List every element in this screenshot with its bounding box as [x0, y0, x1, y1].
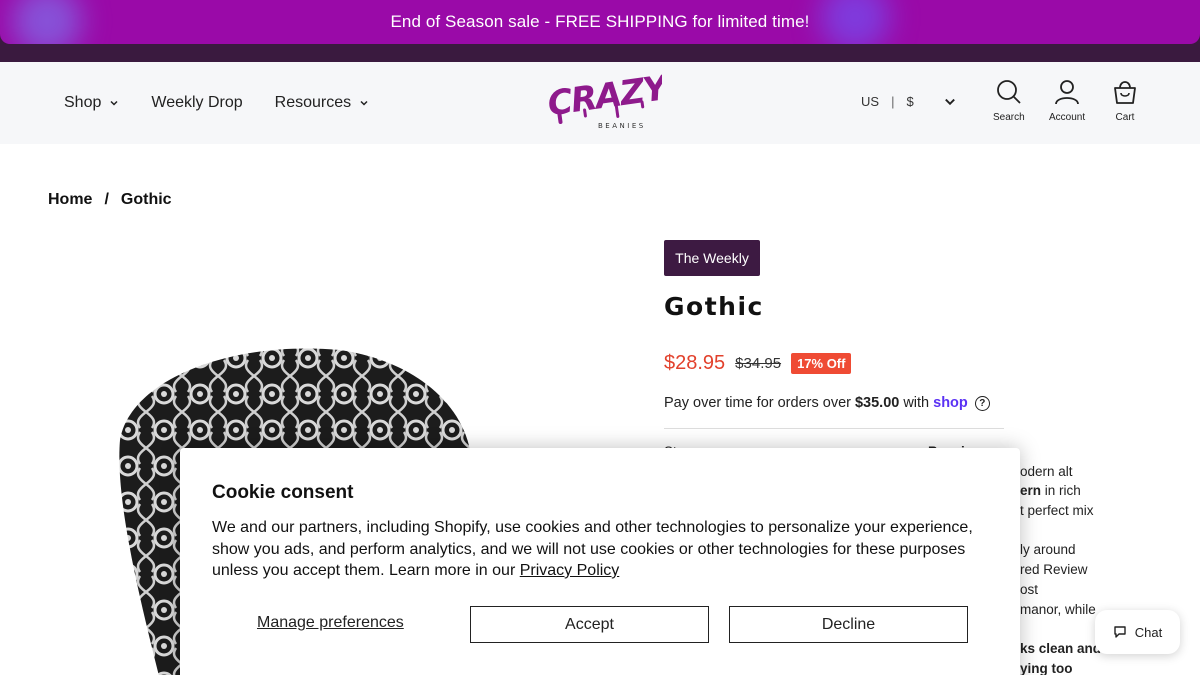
chevron-down-icon: [944, 98, 955, 105]
nav-item-weekly-drop[interactable]: Weekly Drop: [151, 94, 242, 112]
chevron-down-icon: [110, 100, 118, 106]
account-icon: [1055, 80, 1079, 105]
nav-item-resources[interactable]: Resources: [275, 94, 369, 112]
chat-label: Chat: [1134, 624, 1163, 640]
desc-bold: ern: [1020, 483, 1042, 499]
cookie-body: We and our partners, including Shopify, …: [212, 517, 982, 582]
price-block: $28.95 $34.95 17% Off: [664, 352, 852, 375]
decorative-glow-left: [12, 0, 82, 44]
cart-label: Cart: [1115, 112, 1135, 123]
accept-button[interactable]: Accept: [470, 606, 709, 643]
announcement-bar-wrapper: End of Season sale - FREE SHIPPING for l…: [0, 0, 1200, 62]
installments-with: with: [903, 395, 930, 411]
account-label: Account: [1049, 112, 1086, 123]
nav-item-label: Shop: [64, 94, 102, 111]
privacy-policy-link[interactable]: Privacy Policy: [520, 562, 620, 579]
chat-button[interactable]: Chat: [1095, 610, 1180, 654]
main-nav: Shop Weekly Drop Resources: [64, 62, 369, 144]
nav-item-label: Weekly Drop: [151, 94, 243, 111]
product-title: Gothic: [664, 292, 764, 321]
announcement-bar: End of Season sale - FREE SHIPPING for l…: [0, 0, 1200, 44]
search-button[interactable]: Search: [993, 78, 1025, 123]
search-label: Search: [993, 112, 1025, 123]
desc-text: in rich: [1041, 483, 1081, 499]
shop-pay-brand[interactable]: shop: [933, 395, 968, 411]
shopping-bag-icon: [1114, 81, 1136, 104]
account-button[interactable]: Account: [1049, 78, 1085, 123]
crazy-beanies-logo[interactable]: CRAZY BEANIES: [542, 66, 662, 136]
manage-preferences-button[interactable]: Manage preferences: [257, 614, 404, 632]
country-code: US: [861, 94, 880, 109]
svg-text:BEANIES: BEANIES: [598, 122, 646, 130]
nav-item-label: Resources: [274, 94, 352, 111]
cart-button[interactable]: Cart: [1111, 78, 1139, 123]
breadcrumb-separator: /: [104, 191, 109, 208]
locale-selector[interactable]: US | $: [861, 94, 956, 109]
original-price: $34.95: [735, 355, 782, 372]
locale-separator: |: [891, 94, 895, 109]
nav-item-shop[interactable]: Shop: [64, 94, 119, 112]
search-icon: [996, 80, 1021, 104]
breadcrumb: Home / Gothic: [48, 191, 172, 209]
currency-symbol: $: [906, 94, 914, 109]
sale-price: $28.95: [664, 352, 726, 374]
divider: [664, 428, 1004, 429]
cookie-title: Cookie consent: [212, 482, 354, 503]
decorative-glow-right: [820, 0, 890, 44]
svg-text:CRAZY: CRAZY: [545, 67, 662, 124]
help-icon[interactable]: ?: [974, 395, 990, 411]
installments-info: Pay over time for orders over $35.00 wit…: [664, 395, 990, 411]
installments-text: Pay over time for orders over: [664, 395, 851, 411]
product-tag[interactable]: The Weekly: [664, 240, 760, 276]
decline-button[interactable]: Decline: [729, 606, 968, 643]
breadcrumb-current: Gothic: [120, 191, 172, 208]
breadcrumb-home[interactable]: Home: [48, 191, 92, 209]
cookie-actions: Manage preferences Accept Decline: [212, 606, 968, 643]
cookie-consent-dialog: Cookie consent We and our partners, incl…: [180, 448, 1020, 675]
installments-threshold: $35.00: [854, 395, 900, 411]
chevron-down-icon: [360, 100, 368, 106]
discount-badge: 17% Off: [791, 353, 852, 374]
site-header: Shop Weekly Drop Resources CRAZY BEANIES…: [0, 62, 1200, 144]
chat-bubble-icon: [1114, 626, 1126, 638]
announcement-text: End of Season sale - FREE SHIPPING for l…: [390, 12, 810, 31]
